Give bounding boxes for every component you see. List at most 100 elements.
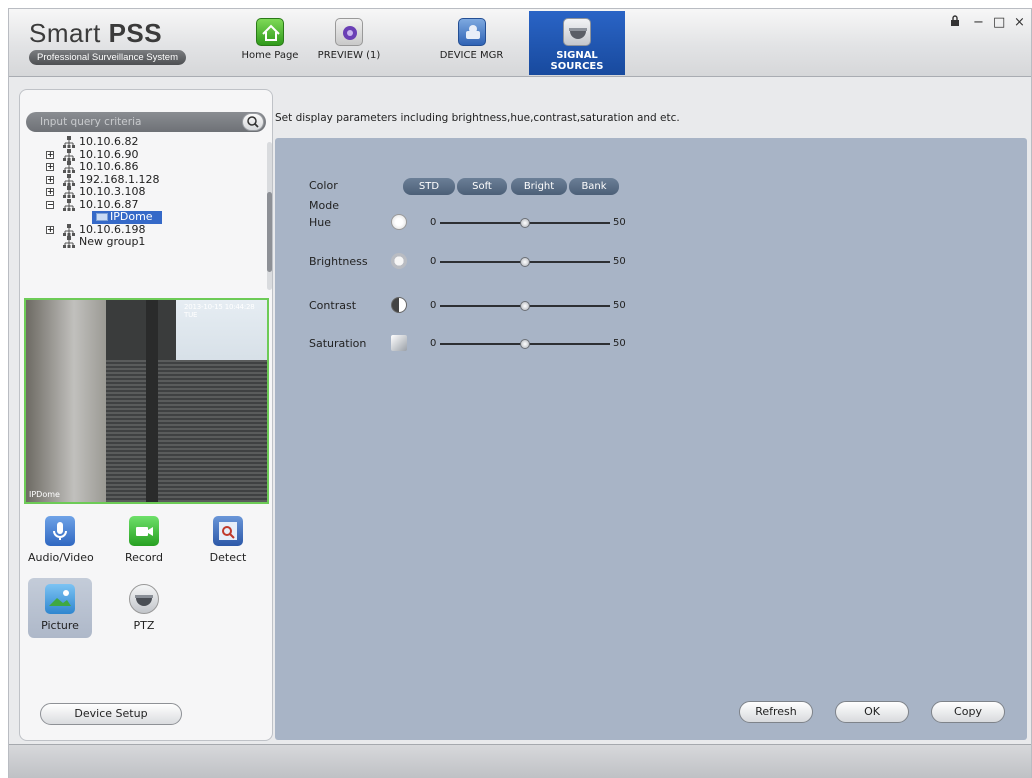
refresh-button[interactable]: Refresh (739, 701, 813, 723)
hue-min: 0 (430, 217, 437, 228)
hue-label: Hue (309, 216, 332, 229)
contrast-label: Contrast (309, 299, 357, 312)
device-tree: 10.10.6.82 + 10.10.6.90 + 10.10.6.86 + 1… (30, 136, 256, 284)
tool-detect[interactable]: Detect (196, 516, 260, 564)
tool-label: PTZ (133, 619, 155, 632)
preview-blind (106, 360, 267, 502)
color-mode-std[interactable]: STD (403, 178, 455, 195)
brightness-slider-handle[interactable] (520, 257, 530, 267)
preview-timestamp: 2013-10-15 10:44:28 TUE (184, 303, 255, 319)
device-setup-button[interactable]: Device Setup (40, 703, 182, 725)
minimize-button[interactable]: − (973, 15, 984, 30)
color-mode-bright[interactable]: Bright (511, 178, 567, 195)
paint-icon (391, 335, 407, 351)
title-bar: Smart PSS Professional Surveillance Syst… (9, 9, 1031, 77)
hue-slider-handle[interactable] (520, 218, 530, 228)
color-mode-label: Color Mode (309, 179, 339, 212)
hue-value: 50 (613, 217, 626, 228)
expand-icon[interactable]: + (46, 150, 54, 159)
preview-channel-name: IPDome (29, 490, 60, 499)
tree-node-label: 10.10.3.108 (79, 185, 146, 198)
tool-ptz[interactable]: PTZ (112, 584, 176, 632)
tab-home-label: Home Page (241, 50, 299, 61)
device-icon (457, 18, 486, 46)
brightness-label: Brightness (309, 255, 368, 268)
tree-node[interactable]: New group1 (30, 235, 256, 249)
tab-preview-label: PREVIEW (1) (317, 50, 381, 61)
color-mode-bank[interactable]: Bank (569, 178, 619, 195)
collapse-icon[interactable]: − (46, 200, 54, 209)
brand-subtitle: Professional Surveillance System (29, 50, 186, 65)
saturation-label: Saturation (309, 337, 367, 350)
tree-node-selected[interactable]: IPDome (30, 210, 256, 224)
copy-button[interactable]: Copy (931, 701, 1005, 723)
tool-audio-video[interactable]: Audio/Video (28, 516, 94, 564)
maximize-button[interactable]: □ (993, 15, 1005, 30)
lock-icon[interactable] (950, 15, 960, 31)
tab-device-mgr[interactable]: DEVICE MGR (434, 11, 509, 75)
microphone-icon (45, 516, 75, 546)
tool-picture[interactable]: Picture (28, 578, 92, 638)
detect-icon (213, 516, 243, 546)
saturation-slider-handle[interactable] (520, 339, 530, 349)
dome-camera-icon (563, 18, 591, 46)
tree-scrollbar[interactable] (267, 142, 272, 290)
tab-signal-sources[interactable]: SIGNAL SOURCES (529, 11, 625, 75)
expand-icon[interactable]: + (46, 163, 54, 171)
tool-record[interactable]: Record (112, 516, 176, 564)
tab-device-label: DEVICE MGR (439, 50, 504, 61)
device-group-icon (63, 223, 75, 236)
device-group-icon (63, 236, 75, 248)
picture-settings-panel: Color Mode STD Soft Bright Bank Hue 0 50… (275, 138, 1027, 740)
settings-description: Set display parameters including brightn… (275, 112, 680, 124)
search-box[interactable]: Input query criteria (26, 112, 266, 132)
video-preview[interactable]: 2013-10-15 10:44:28 TUE IPDome (24, 298, 269, 504)
device-group-icon (63, 136, 75, 148)
tab-home-page[interactable]: Home Page (236, 11, 304, 75)
contrast-min: 0 (430, 300, 437, 311)
device-group-icon (63, 186, 75, 198)
expand-icon[interactable]: + (46, 175, 54, 184)
device-group-icon (63, 198, 75, 211)
tree-node[interactable]: + 10.10.6.86 (30, 160, 256, 174)
ptz-dome-icon (129, 584, 159, 614)
tab-preview[interactable]: PREVIEW (1) (309, 11, 389, 75)
expand-icon[interactable]: + (46, 188, 54, 196)
contrast-slider-handle[interactable] (520, 301, 530, 311)
tool-label: Picture (41, 619, 79, 632)
contrast-value: 50 (613, 300, 626, 311)
brand-name: Smart (29, 18, 101, 48)
tool-label: Record (124, 551, 163, 564)
search-icon (247, 116, 259, 128)
color-mode-soft[interactable]: Soft (457, 178, 507, 195)
sun-icon (391, 253, 407, 269)
tab-signal-label: SIGNAL SOURCES (550, 50, 604, 72)
search-input[interactable]: Input query criteria (40, 116, 141, 128)
tree-node-label: 10.10.6.82 (79, 136, 139, 148)
close-button[interactable]: × (1014, 15, 1025, 30)
brand-logo: Smart PSS Professional Surveillance Syst… (29, 19, 219, 65)
ok-button[interactable]: OK (835, 701, 909, 723)
tree-node[interactable]: + 10.10.3.108 (30, 185, 256, 199)
palette-icon (391, 214, 407, 230)
saturation-value: 50 (613, 338, 626, 349)
scrollbar-thumb[interactable] (267, 192, 272, 272)
app-window: Smart PSS Professional Surveillance Syst… (8, 8, 1032, 778)
expand-icon[interactable]: + (46, 225, 54, 234)
brightness-min: 0 (430, 256, 437, 267)
video-camera-icon (129, 516, 159, 546)
contrast-icon (391, 297, 407, 313)
device-group-icon (63, 173, 75, 186)
preview-wall (26, 300, 106, 502)
tool-label: Audio/Video (28, 551, 94, 564)
camera-channel-icon (96, 213, 108, 221)
device-group-icon (63, 161, 75, 173)
tree-node-label: New group1 (79, 235, 146, 248)
saturation-min: 0 (430, 338, 437, 349)
picture-icon (45, 584, 75, 614)
tree-node[interactable]: + 10.10.6.90 (30, 148, 256, 162)
brand-name-bold: PSS (108, 18, 163, 48)
tree-node[interactable]: 10.10.6.82 (30, 136, 256, 149)
left-panel: Input query criteria 10.10.6.82 + 10.10.… (19, 89, 273, 741)
search-button[interactable] (242, 113, 264, 131)
